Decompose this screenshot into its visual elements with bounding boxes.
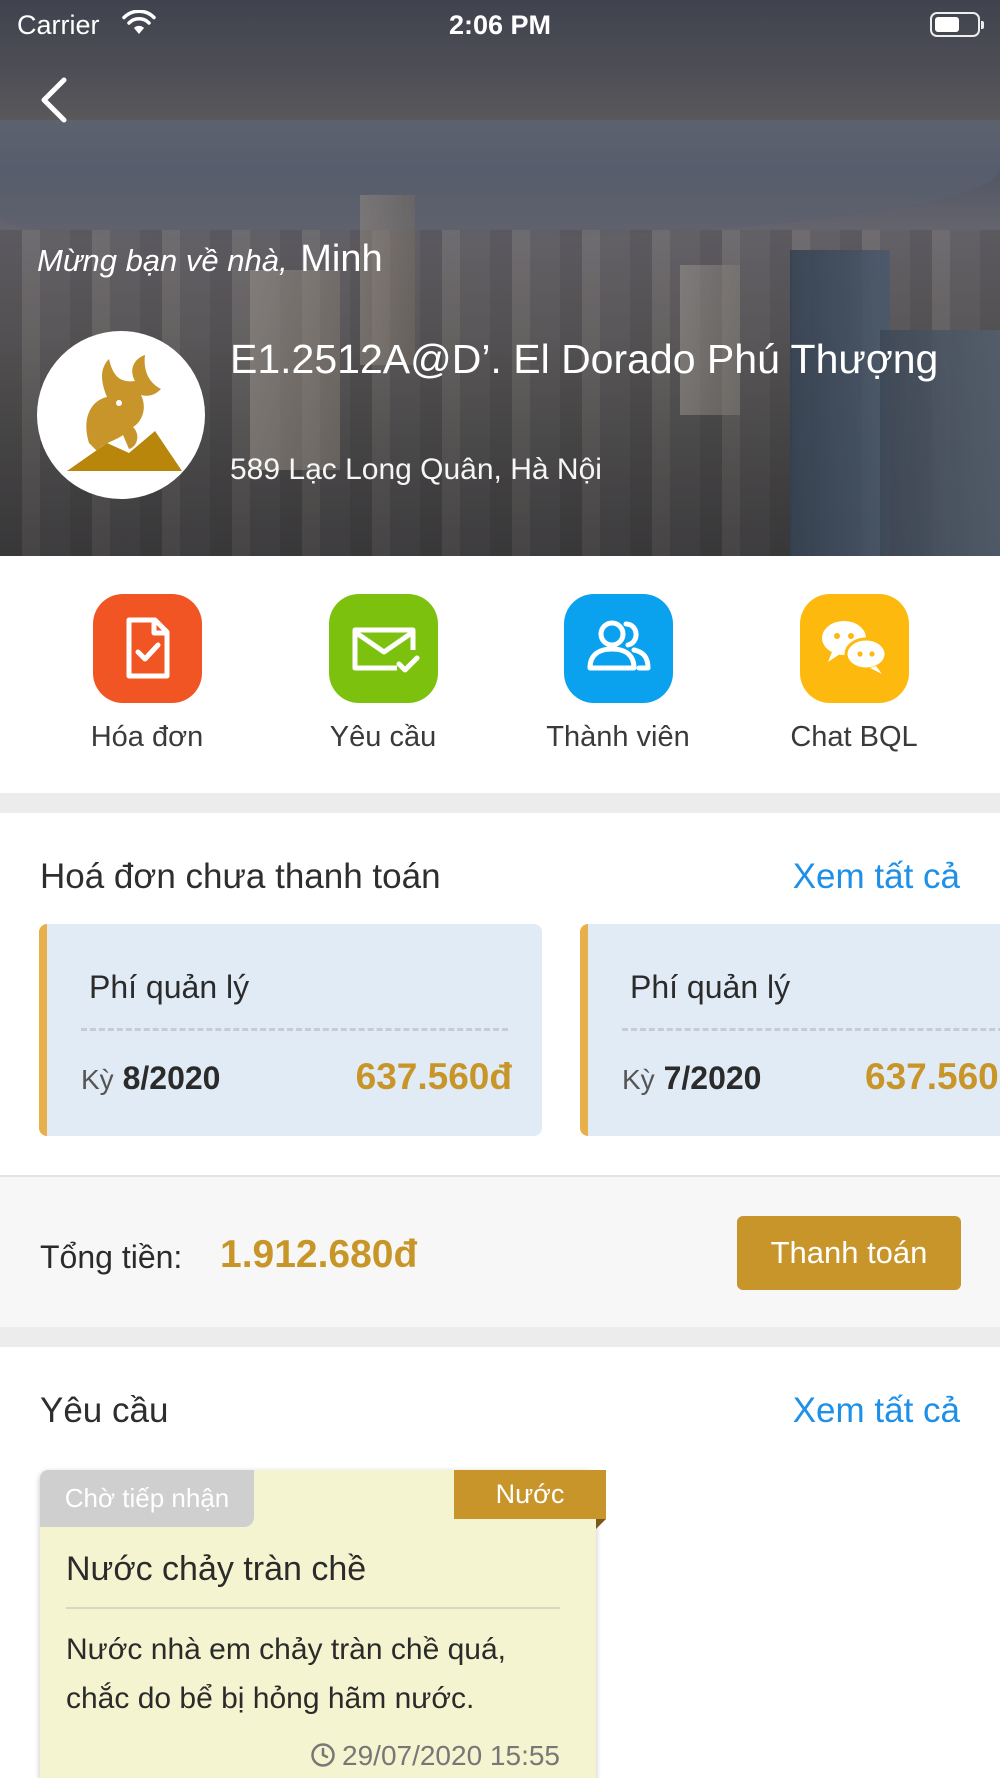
pay-button[interactable]: Thanh toán [737, 1216, 961, 1290]
battery-icon [930, 12, 984, 37]
invoice-amount: 637.560đ [355, 1056, 512, 1097]
divider [66, 1607, 560, 1609]
invoice-period-label: Kỳ [622, 1064, 655, 1095]
tag-fold [596, 1519, 606, 1529]
action-members[interactable]: Thành viên [500, 594, 736, 784]
invoice-card[interactable]: Phí quản lý Kỳ 8/2020 637.560đ [39, 924, 542, 1136]
section-divider [0, 793, 1000, 813]
clock: 2:06 PM [448, 10, 552, 40]
building-name: E1.2512A@D’. El Dorado Phú Thượng [230, 336, 939, 382]
building-address: 589 Lạc Long Quân, Hà Nội [230, 453, 602, 486]
quick-actions: Hóa đơn Yêu cầu Thành viên Chat BQL [0, 556, 1000, 793]
action-requests[interactable]: Yêu cầu [265, 594, 501, 784]
clock-icon [311, 1743, 335, 1767]
total-value: 1.912.680đ [220, 1233, 418, 1276]
request-status-badge: Chờ tiếp nhận [40, 1470, 254, 1527]
mail-check-icon [328, 594, 438, 703]
chat-icon [799, 594, 909, 703]
invoice-period-value: 7/2020 [663, 1060, 762, 1096]
action-chat[interactable]: Chat BQL [736, 594, 972, 784]
section-divider [0, 1327, 1000, 1347]
request-description: Nước nhà em chảy tràn chề quá, chắc do b… [66, 1633, 506, 1715]
action-label: Hóa đơn [90, 721, 204, 753]
invoice-period: Kỳ 8/2020 [81, 1060, 220, 1097]
invoice-period-value: 8/2020 [122, 1060, 221, 1096]
greeting-lead: Mừng bạn về nhà, [37, 243, 288, 278]
divider [622, 1028, 1000, 1031]
invoice-card[interactable]: Phí quản lý Kỳ 7/2020 637.560đ [580, 924, 1000, 1136]
chevron-left-icon [41, 77, 67, 123]
request-title: Nước chảy tràn chề [66, 1550, 367, 1588]
status-bar: Carrier 2:06 PM [0, 0, 1000, 50]
action-label: Chat BQL [790, 721, 918, 753]
members-icon [563, 594, 673, 703]
invoice-period: Kỳ 7/2020 [622, 1060, 761, 1097]
invoices-see-all-link[interactable]: Xem tất cả [793, 857, 960, 897]
invoices-title: Hoá đơn chưa thanh toán [40, 857, 441, 896]
invoice-period-label: Kỳ [81, 1064, 114, 1095]
divider [81, 1028, 508, 1031]
total-label: Tổng tiền: [40, 1239, 183, 1275]
total-bar: Tổng tiền: 1.912.680đ Thanh toán [0, 1175, 1000, 1327]
request-category-tag: Nước [454, 1470, 606, 1519]
action-label: Thành viên [546, 721, 690, 753]
invoice-fee-name: Phí quản lý [89, 969, 250, 1005]
greeting: Mừng bạn về nhà, Minh [37, 238, 383, 281]
request-time: 29/07/2020 15:55 [310, 1740, 560, 1772]
hero-banner: Carrier 2:06 PM Mừng bạn về nhà, Minh E1… [0, 0, 1000, 556]
action-invoices[interactable]: Hóa đơn [29, 594, 265, 784]
invoice-amount: 637.560đ [865, 1056, 1000, 1097]
pegasus-logo-icon [67, 355, 182, 471]
invoice-fee-name: Phí quản lý [630, 969, 791, 1005]
user-name: Minh [300, 238, 383, 280]
requests-title: Yêu cầu [40, 1391, 169, 1430]
invoice-icon [92, 594, 202, 703]
back-button[interactable] [30, 70, 80, 130]
action-label: Yêu cầu [329, 721, 437, 753]
request-time-value: 29/07/2020 15:55 [342, 1740, 560, 1771]
requests-see-all-link[interactable]: Xem tất cả [793, 1391, 960, 1431]
building-logo [37, 331, 205, 499]
